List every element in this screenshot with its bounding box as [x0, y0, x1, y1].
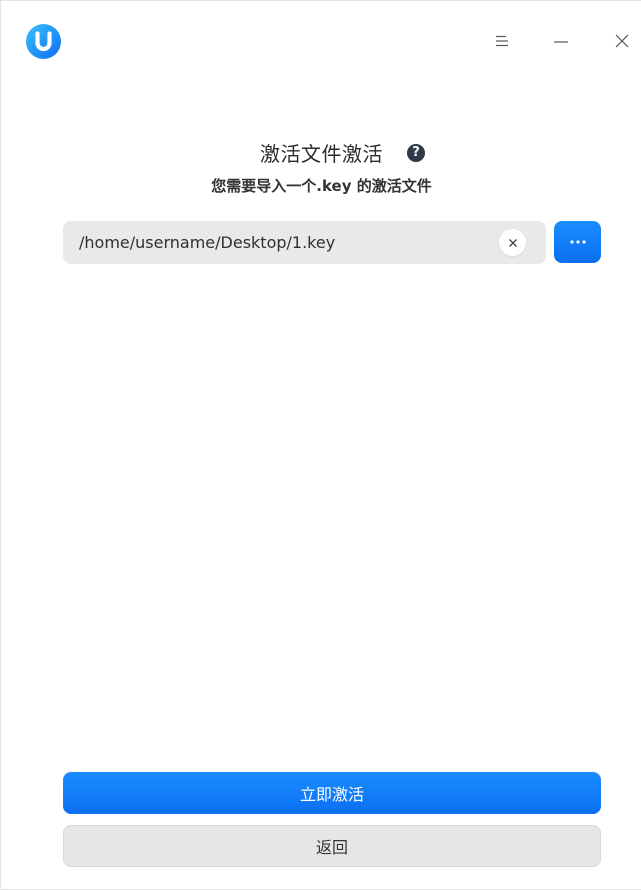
uos-logo-icon	[26, 24, 61, 59]
back-button[interactable]: 返回	[63, 825, 601, 867]
close-icon	[615, 34, 629, 48]
page-title: 激活文件激活	[260, 142, 383, 166]
activation-window: 激活文件激活 ? 您需要导入一个.key 的激活文件 /home/usernam…	[0, 0, 641, 890]
close-button[interactable]	[604, 23, 640, 59]
minimize-icon	[554, 41, 568, 43]
title-row: 激活文件激活 ?	[1, 138, 641, 167]
menu-button[interactable]	[484, 23, 520, 59]
menu-icon	[496, 35, 508, 47]
file-path-value[interactable]: /home/username/Desktop/1.key	[79, 233, 499, 252]
file-path-field[interactable]: /home/username/Desktop/1.key	[63, 221, 546, 264]
browse-button[interactable]	[554, 221, 601, 263]
activate-now-button[interactable]: 立即激活	[63, 772, 601, 814]
minimize-button[interactable]	[543, 23, 579, 59]
clear-x-icon	[508, 238, 517, 247]
subtitle: 您需要导入一个.key 的激活文件	[211, 177, 432, 195]
clear-button[interactable]	[499, 229, 526, 256]
more-dots-icon	[569, 240, 586, 244]
help-icon[interactable]: ?	[407, 143, 425, 162]
